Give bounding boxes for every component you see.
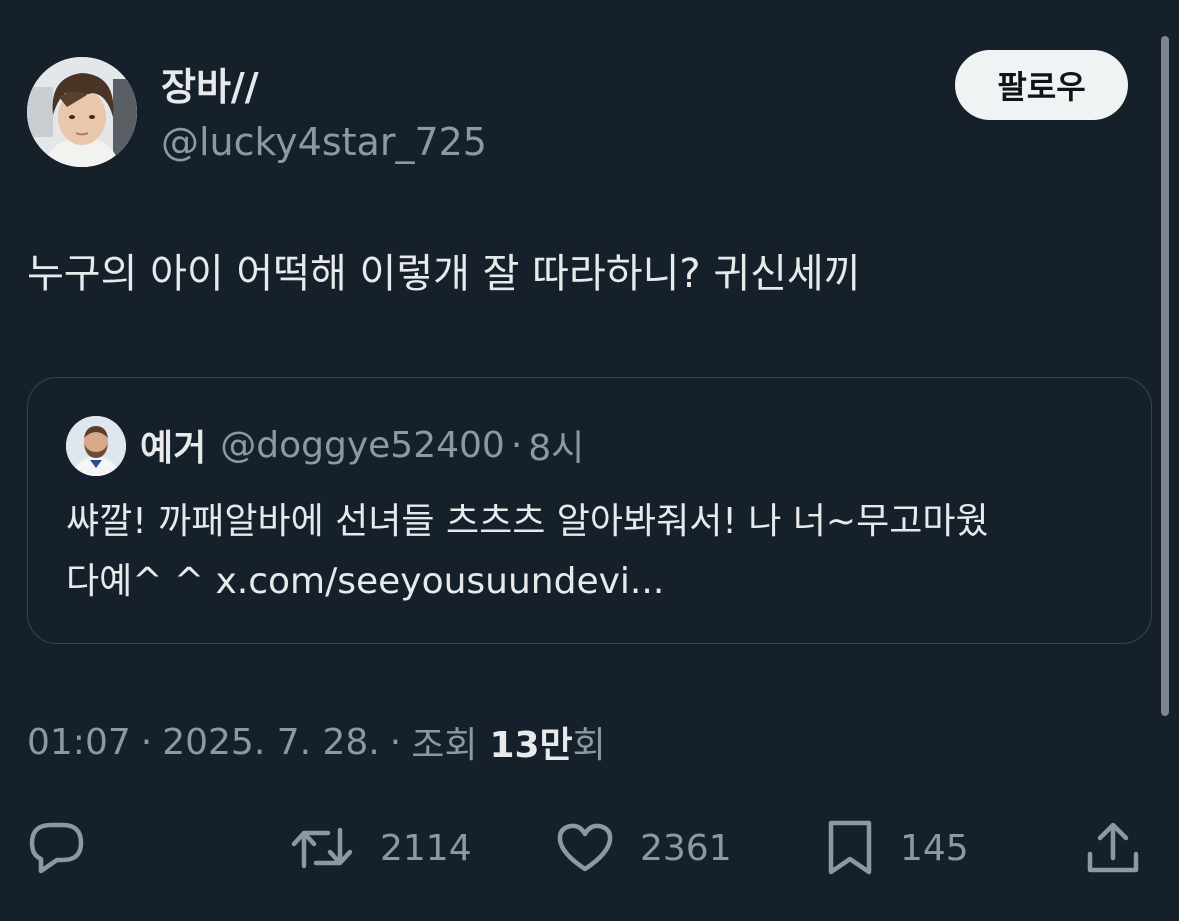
retweet-icon (291, 827, 353, 869)
retweet-count: 2114 (380, 827, 472, 869)
bookmark-count: 145 (900, 827, 969, 869)
follow-button[interactable]: 팔로우 (955, 50, 1128, 120)
like-count: 2361 (640, 827, 732, 869)
user-avatar-photo-icon (27, 57, 137, 167)
tweet-meta: 01:07 · 2025. 7. 28. · 조회 13만 회 (27, 716, 606, 768)
share-icon (1087, 822, 1139, 873)
tweet-date[interactable]: 2025. 7. 28. (162, 722, 380, 763)
tweet-text: 누구의 아이 어떡해 이렇개 잘 따라하니? 귀신세끼 (27, 251, 861, 297)
separator-dot: · (389, 721, 402, 763)
views-count[interactable]: 13만 (489, 716, 572, 768)
quoted-author-handle[interactable]: @doggye52400 (220, 425, 505, 466)
quoted-tweet-card[interactable]: 예거 @doggye52400 · 8시 쌰깔! 까패알바에 선녀들 츠츠츠 알… (27, 377, 1152, 644)
separator-dot: · (510, 424, 523, 466)
quoted-text-line: 쌰깔! 까패알바에 선녀들 츠츠츠 알아봐줘서! 나 너~무고마웠 (66, 501, 989, 542)
author-avatar[interactable] (27, 57, 137, 167)
bookmark-button[interactable]: 145 (826, 818, 969, 878)
tweet-time[interactable]: 01:07 (27, 722, 131, 763)
author-name[interactable]: 장바// (161, 62, 259, 112)
quoted-user-avatar-icon (66, 416, 126, 476)
quoted-author-avatar[interactable] (66, 416, 126, 476)
quoted-tweet-time[interactable]: 8시 (528, 419, 584, 471)
reply-button[interactable] (28, 818, 86, 878)
quoted-author-name[interactable]: 예거 (140, 419, 206, 471)
heart-icon (557, 823, 613, 872)
separator-dot: · (140, 721, 153, 763)
author-handle[interactable]: @lucky4star_725 (161, 117, 487, 167)
views-suffix: 회 (572, 725, 606, 766)
quoted-tweet-text: 쌰깔! 까패알바에 선녀들 츠츠츠 알아봐줘서! 나 너~무고마웠 다예^ ^ … (66, 492, 1126, 612)
scrollbar[interactable] (1161, 36, 1169, 716)
share-button[interactable] (1086, 818, 1140, 878)
views-prefix: 조회 (411, 725, 478, 766)
like-button[interactable]: 2361 (556, 818, 732, 878)
quoted-text-line: 다예^ ^ x.com/seeyousuundevi... (66, 561, 665, 602)
reply-icon (29, 822, 84, 874)
quoted-tweet-header: 예거 @doggye52400 · 8시 (140, 418, 584, 472)
tweet-detail-page: 장바// @lucky4star_725 팔로우 누구의 아이 어떡해 이렇개 … (0, 0, 1179, 921)
bookmark-icon (828, 820, 872, 875)
retweet-button[interactable]: 2114 (290, 818, 472, 878)
